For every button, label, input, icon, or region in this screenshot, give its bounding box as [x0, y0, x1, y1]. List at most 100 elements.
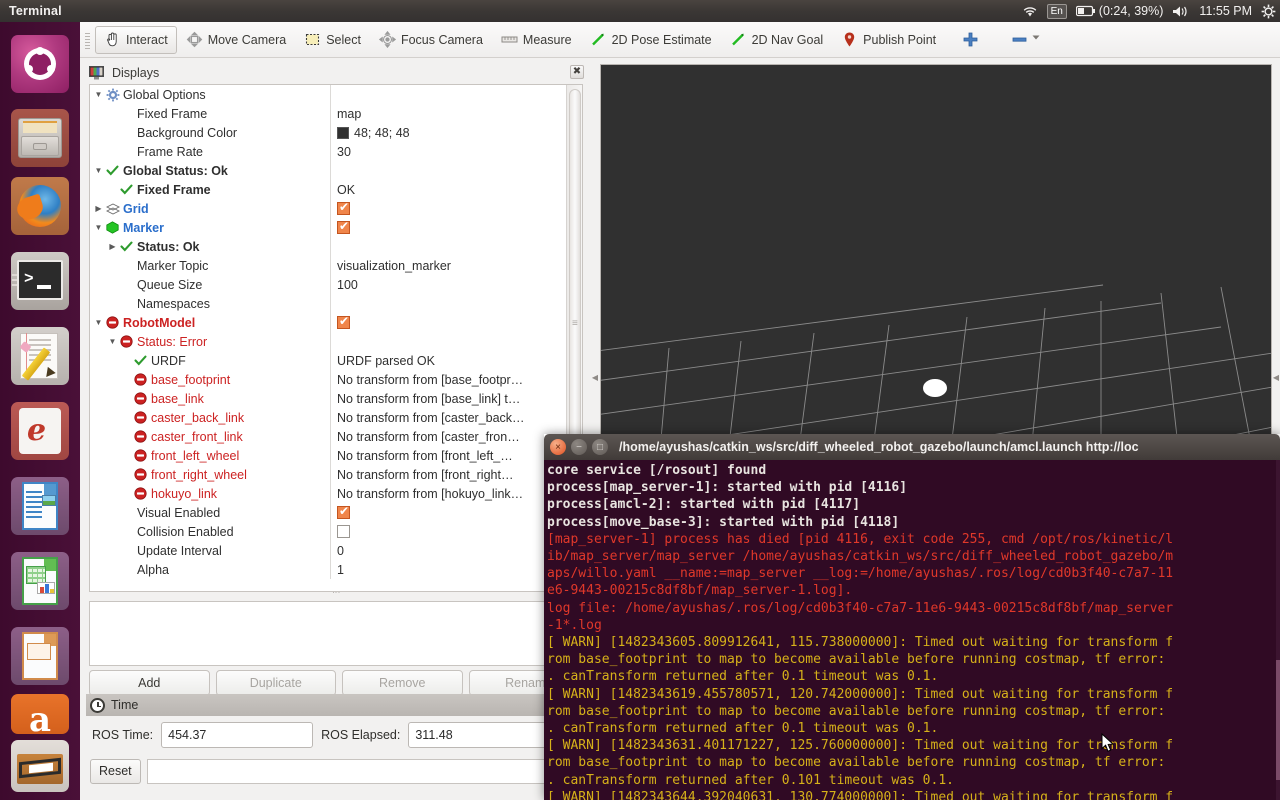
- display-tree-item-name[interactable]: Collision Enabled: [90, 522, 330, 541]
- display-tree-item-value[interactable]: No transform from [front_left_…: [330, 446, 566, 465]
- displays-splitter[interactable]: [89, 593, 583, 601]
- checkbox-checked[interactable]: [337, 504, 350, 519]
- display-tree-item-name[interactable]: ▼ Marker: [90, 218, 330, 237]
- display-tree-item-name[interactable]: ▼ Global Status: Ok: [90, 161, 330, 180]
- tool-select[interactable]: Select: [295, 26, 370, 54]
- display-tree-item-name[interactable]: ▶ Status: Ok: [90, 237, 330, 256]
- terminal-titlebar[interactable]: × − □ /home/ayushas/catkin_ws/src/diff_w…: [544, 434, 1280, 460]
- display-tree-item-value[interactable]: [330, 503, 566, 522]
- display-tree-row[interactable]: hokuyo_link No transform from [hokuyo_lin…: [90, 484, 566, 503]
- display-tree-row[interactable]: URDF URDF parsed OK: [90, 351, 566, 370]
- display-tree-item-name[interactable]: ▶ Grid: [90, 199, 330, 218]
- launcher-item-ubuntu-dash[interactable]: [11, 35, 69, 93]
- display-tree-item-name[interactable]: URDF: [90, 351, 330, 370]
- display-tree-item-name[interactable]: Marker Topic: [90, 256, 330, 275]
- tool-interact[interactable]: Interact: [95, 25, 177, 54]
- window-maximize-button[interactable]: □: [592, 439, 608, 455]
- checkbox-checked[interactable]: [337, 219, 350, 234]
- window-close-button[interactable]: ×: [550, 439, 566, 455]
- display-tree-row[interactable]: base_link No transform from [base_link] t…: [90, 389, 566, 408]
- display-tree-row[interactable]: Frame Rate 30: [90, 142, 566, 161]
- display-tree-item-name[interactable]: Queue Size: [90, 275, 330, 294]
- display-tree-row[interactable]: caster_back_link No transform from [caste…: [90, 408, 566, 427]
- display-tree-item-name[interactable]: Fixed Frame: [90, 104, 330, 123]
- tool-publish-point[interactable]: Publish Point: [832, 26, 945, 54]
- display-tree-item-value[interactable]: 100: [330, 275, 566, 294]
- launcher-item-terminal[interactable]: >: [11, 252, 69, 310]
- display-tree-row[interactable]: Fixed Frame OK: [90, 180, 566, 199]
- display-tree-row[interactable]: Fixed Frame map: [90, 104, 566, 123]
- display-tree-item-name[interactable]: ▼ Status: Error: [90, 332, 330, 351]
- launcher-item-amazon[interactable]: a: [11, 694, 69, 734]
- ros-time-input[interactable]: 454.37: [161, 722, 314, 748]
- display-tree-item-value[interactable]: No transform from [caster_back…: [330, 408, 566, 427]
- display-tree-row[interactable]: Namespaces: [90, 294, 566, 313]
- clock-label[interactable]: 11:55 PM: [1199, 4, 1252, 18]
- display-tree-row[interactable]: front_right_wheel No transform from [fron…: [90, 465, 566, 484]
- tool-move-camera[interactable]: Move Camera: [177, 26, 296, 54]
- display-tree-item-value[interactable]: [330, 294, 566, 313]
- display-tree-row[interactable]: Background Color 48; 48; 48: [90, 123, 566, 142]
- display-tree-item-value[interactable]: No transform from [base_link] t…: [330, 389, 566, 408]
- display-tree-row[interactable]: ▼ Global Options: [90, 85, 566, 104]
- display-tree-item-value[interactable]: [330, 85, 566, 104]
- display-tree-row[interactable]: Update Interval 0: [90, 541, 566, 560]
- display-tree-item-value[interactable]: [330, 218, 566, 237]
- display-tree-row[interactable]: ▼ Marker: [90, 218, 566, 237]
- display-tree-item-name[interactable]: Alpha: [90, 560, 330, 579]
- display-tree-item-value[interactable]: [330, 332, 566, 351]
- remove-display-button[interactable]: Remove: [342, 670, 463, 696]
- display-tree-item-value[interactable]: map: [330, 104, 566, 123]
- display-tree-row[interactable]: Visual Enabled: [90, 503, 566, 522]
- tool-focus-camera[interactable]: Focus Camera: [370, 26, 492, 54]
- tool-remove-button[interactable]: [1002, 26, 1050, 54]
- tool-measure[interactable]: Measure: [492, 26, 581, 54]
- display-tree-item-name[interactable]: caster_back_link: [90, 408, 330, 427]
- volume-icon[interactable]: [1172, 5, 1190, 18]
- display-tree-item-name[interactable]: ▼ RobotModel: [90, 313, 330, 332]
- display-tree-row[interactable]: ▼ Status: Error: [90, 332, 566, 351]
- display-tree-row[interactable]: ▶ Grid: [90, 199, 566, 218]
- ros-elapsed-input[interactable]: 311.48: [408, 722, 561, 748]
- expander-open-icon[interactable]: ▼: [92, 223, 105, 232]
- display-tree-item-value[interactable]: OK: [330, 180, 566, 199]
- display-tree-row[interactable]: ▶ Status: Ok: [90, 237, 566, 256]
- display-tree-row[interactable]: base_footprint No transform from [base_fo…: [90, 370, 566, 389]
- display-tree-item-value[interactable]: URDF parsed OK: [330, 351, 566, 370]
- display-tree-item-name[interactable]: ▼ Global Options: [90, 85, 330, 104]
- tool-add-button[interactable]: [953, 26, 988, 54]
- display-tree-item-value[interactable]: 0: [330, 541, 566, 560]
- display-tree-item-name[interactable]: Frame Rate: [90, 142, 330, 161]
- display-tree-item-name[interactable]: Background Color: [90, 123, 330, 142]
- display-tree-item-name[interactable]: base_footprint: [90, 370, 330, 389]
- gear-icon[interactable]: [1261, 4, 1276, 19]
- toolbar-grip[interactable]: [84, 29, 91, 50]
- display-tree-item-name[interactable]: base_link: [90, 389, 330, 408]
- launcher-item-libreoffice-calc[interactable]: [11, 552, 69, 610]
- checkbox-checked[interactable]: [337, 314, 350, 329]
- display-tree-item-name[interactable]: Visual Enabled: [90, 503, 330, 522]
- display-tree-item-value[interactable]: [330, 161, 566, 180]
- tool-2d-nav-goal[interactable]: 2D Nav Goal: [721, 26, 833, 54]
- display-tree-item-name[interactable]: Update Interval: [90, 541, 330, 560]
- display-tree-row[interactable]: Collision Enabled: [90, 522, 566, 541]
- display-tree-row[interactable]: ▼ RobotModel: [90, 313, 566, 332]
- display-tree-row[interactable]: Marker Topic visualization_marker: [90, 256, 566, 275]
- launcher-item-software-center[interactable]: e: [11, 402, 69, 460]
- display-tree-item-name[interactable]: Fixed Frame: [90, 180, 330, 199]
- reset-button[interactable]: Reset: [90, 758, 141, 784]
- display-tree-item-value[interactable]: [330, 199, 566, 218]
- display-tree-row[interactable]: ▼ Global Status: Ok: [90, 161, 566, 180]
- add-display-button[interactable]: Add: [89, 670, 210, 696]
- launcher-item-ubuntu-software[interactable]: [11, 740, 69, 792]
- expander-closed-icon[interactable]: ▶: [106, 242, 119, 251]
- wifi-icon[interactable]: [1022, 5, 1038, 18]
- display-tree-item-value[interactable]: [330, 522, 566, 541]
- displays-panel-close-icon[interactable]: ✖: [570, 65, 584, 79]
- battery-indicator[interactable]: (0:24, 39%): [1075, 4, 1163, 18]
- launcher-item-text-editor[interactable]: [11, 327, 69, 385]
- display-tree-row[interactable]: Alpha 1: [90, 560, 566, 579]
- keyboard-layout-indicator[interactable]: En: [1046, 3, 1067, 19]
- display-tree-item-value[interactable]: 1: [330, 560, 566, 579]
- display-tree-item-value[interactable]: 30: [330, 142, 566, 161]
